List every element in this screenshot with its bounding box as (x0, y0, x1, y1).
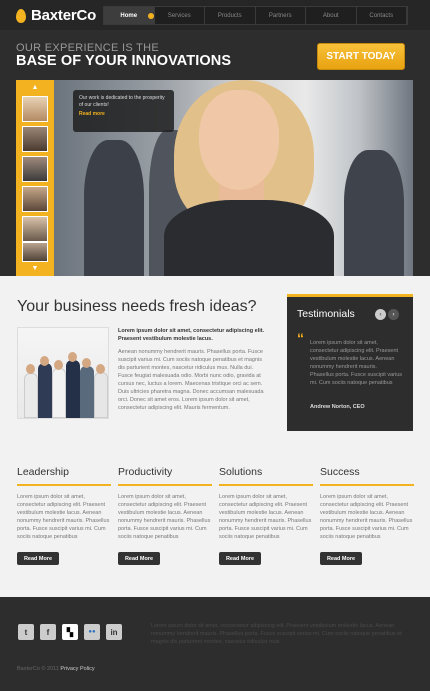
woman-face (199, 90, 279, 190)
read-more-button[interactable]: Read More (118, 552, 160, 565)
prev-arrow-icon[interactable]: ‹ (375, 309, 386, 320)
header: BaxterCo Home Services Products Partners… (0, 0, 430, 80)
team-head (26, 364, 35, 374)
facebook-icon[interactable]: f (40, 624, 56, 640)
thumbnail[interactable] (22, 186, 48, 212)
team-photo (17, 327, 109, 419)
testimonial-arrows: ‹ › (373, 309, 399, 320)
thumb-up-arrow-icon[interactable]: ▲ (30, 84, 40, 92)
intro-block: Lorem ipsum dolor sit amet, consectetur … (118, 327, 268, 412)
thumbnail-strip: ▲ ▼ (16, 80, 54, 276)
team-head (54, 360, 63, 370)
feature-title: Solutions (219, 466, 313, 486)
feature-text: Lorem ipsum dolor sit amet, consectetur … (320, 494, 413, 540)
testimonial-text: Lorem ipsum dolor sit amet, consectetur … (310, 340, 403, 386)
feature-title: Success (320, 466, 414, 486)
thumb-down-arrow-icon[interactable]: ▼ (30, 265, 40, 273)
section-title: Your business needs fresh ideas? (17, 298, 257, 315)
delicious-icon[interactable]: ▚ (62, 624, 78, 640)
feature-text: Lorem ipsum dolor sit amet, consectetur … (118, 494, 211, 540)
privacy-policy-link[interactable]: Privacy Policy (60, 666, 94, 672)
thumbnail[interactable] (22, 242, 48, 262)
logo-drop-icon (16, 8, 26, 23)
linkedin-icon[interactable]: in (106, 624, 122, 640)
tagline-big: BASE OF YOUR INNOVATIONS (16, 53, 232, 69)
feature-text: Lorem ipsum dolor sit amet, consectetur … (17, 494, 110, 540)
nav-item-contacts[interactable]: Contacts (357, 7, 407, 24)
team-person (52, 368, 66, 418)
start-today-button[interactable]: START TODAY (317, 43, 405, 70)
nav-item-products[interactable]: Products (205, 7, 256, 24)
thumbnail[interactable] (22, 96, 48, 122)
read-more-button[interactable]: Read More (320, 552, 362, 565)
footer-text: Lorem ipsum dolor sit amet, consectetur … (151, 623, 402, 645)
read-more-button[interactable]: Read More (219, 552, 261, 565)
team-head (40, 356, 49, 366)
team-head (68, 352, 77, 362)
team-person (80, 366, 94, 418)
team-person (66, 360, 80, 418)
thumbnail[interactable] (22, 126, 48, 152)
feature-solutions: Solutions Lorem ipsum dolor sit amet, co… (219, 466, 313, 565)
logo[interactable]: BaxterCo (16, 7, 96, 24)
woman-jacket (164, 200, 334, 276)
background-person (84, 140, 144, 276)
thumbnail[interactable] (22, 216, 48, 242)
background-person (344, 150, 404, 276)
main-nav: Home Services Products Partners About Co… (103, 6, 408, 25)
flickr-icon[interactable]: ●● (84, 624, 100, 640)
footer: t f ▚ ●● in Lorem ipsum dolor sit amet, … (0, 597, 430, 691)
feature-leadership: Leadership Lorem ipsum dolor sit amet, c… (17, 466, 111, 565)
testimonials-title: Testimonials (297, 308, 355, 320)
feature-title: Leadership (17, 466, 111, 486)
thumbnail[interactable] (22, 156, 48, 182)
nav-active-dot-icon (148, 13, 154, 19)
read-more-button[interactable]: Read More (17, 552, 59, 565)
intro-body: Aenean nonummy hendrerit mauris. Phasell… (118, 349, 264, 411)
nav-item-services[interactable]: Services (155, 7, 205, 24)
twitter-icon[interactable]: t (18, 624, 34, 640)
hero-caption-text: Our work is dedicated to the prosperity … (79, 95, 165, 108)
team-head (82, 358, 91, 368)
testimonial-author: Andrew Norton, CEO (310, 404, 365, 410)
quote-icon: “ (297, 330, 304, 346)
next-arrow-icon[interactable]: › (388, 309, 399, 320)
team-person (94, 372, 108, 418)
nav-item-partners[interactable]: Partners (256, 7, 306, 24)
nav-item-about[interactable]: About (306, 7, 357, 24)
feature-success: Success Lorem ipsum dolor sit amet, cons… (320, 466, 414, 565)
hero-read-more-link[interactable]: Read more (79, 111, 168, 118)
nav-item-home[interactable]: Home (104, 7, 155, 24)
hero-slider: ▲ ▼ Our work is dedicated to the prosper… (16, 80, 413, 276)
intro-lead: Lorem ipsum dolor sit amet, consectetur … (118, 328, 265, 342)
social-icons: t f ▚ ●● in (18, 624, 128, 640)
team-person (38, 363, 52, 418)
testimonials-box: Testimonials ‹ › “ Lorem ipsum dolor sit… (287, 294, 413, 431)
feature-title: Productivity (118, 466, 212, 486)
team-head (96, 364, 105, 374)
copyright: BaxterCo © 2011 Privacy Policy (17, 666, 95, 672)
copyright-text: BaxterCo © 2011 (17, 666, 59, 672)
team-person (24, 373, 38, 418)
logo-text: BaxterCo (31, 7, 97, 24)
feature-text: Lorem ipsum dolor sit amet, consectetur … (219, 494, 312, 540)
hero-caption: Our work is dedicated to the prosperity … (73, 90, 174, 132)
feature-productivity: Productivity Lorem ipsum dolor sit amet,… (118, 466, 212, 565)
